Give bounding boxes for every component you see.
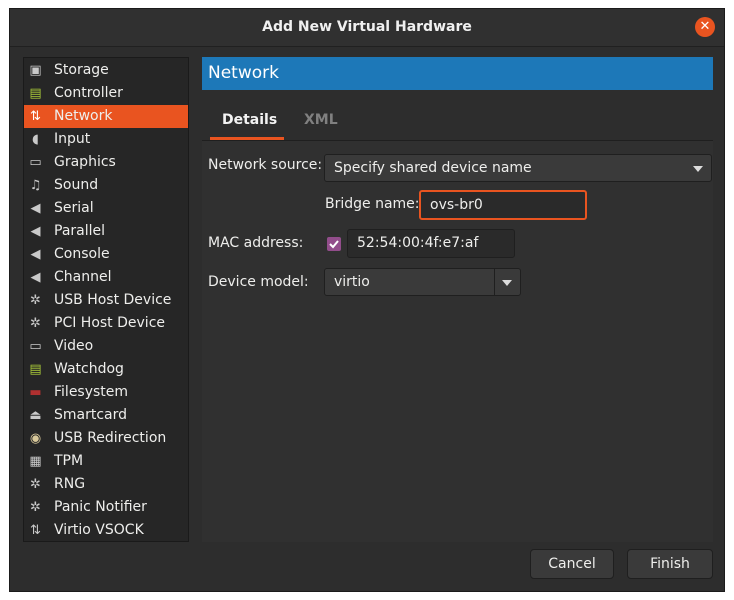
channel-icon: ◀ [30,270,41,285]
sidebar-item-network[interactable]: ⇅ Network [24,105,188,128]
sidebar-item-panic-notifier[interactable]: ✲ Panic Notifier [24,496,188,519]
hardware-type-list[interactable]: ▣ Storage ▤ Controller ⇅ Network ◖ Input… [23,57,189,542]
sidebar-item-usb-host-device[interactable]: ✲ USB Host Device [24,289,188,312]
device-model-label: Device model: [208,274,309,290]
cancel-button[interactable]: Cancel [530,549,614,579]
sidebar-item-virtio-vsock[interactable]: ⇅ Virtio VSOCK [24,519,188,542]
vsock-icon: ⇅ [30,523,41,538]
network-source-label: Network source: [208,157,323,173]
tpm-chip-icon: ▦ [29,454,42,469]
rng-icon: ✲ [30,477,41,492]
finish-button[interactable]: Finish [627,549,713,579]
page-title: Network [208,63,279,83]
sidebar-item-storage[interactable]: ▣ Storage [24,59,188,82]
sidebar-item-channel[interactable]: ◀ Channel [24,266,188,289]
sidebar-item-filesystem[interactable]: ▬ Filesystem [24,381,188,404]
mac-address-input[interactable]: 52:54:00:4f:e7:af [347,229,515,258]
sidebar-item-tpm[interactable]: ▦ TPM [24,450,188,473]
checkmark-icon [329,240,339,249]
active-tab-indicator [210,137,284,140]
serial-icon: ◀ [30,201,41,216]
tab-xml[interactable]: XML [304,112,338,128]
details-panel: Network source: Specify shared device na… [202,141,713,542]
smartcard-icon: ⏏ [29,408,42,423]
disk-icon: ▣ [29,63,42,78]
sound-icon: ♫ [29,178,42,193]
chevron-down-icon [693,166,703,172]
chevron-down-icon[interactable] [502,280,512,286]
title-bar[interactable]: Add New Virtual Hardware ✕ [10,9,724,47]
network-icon: ⇅ [30,109,41,124]
sidebar-item-watchdog[interactable]: ▤ Watchdog [24,358,188,381]
bridge-name-label: Bridge name: [325,196,420,212]
sidebar-item-sound[interactable]: ♫ Sound [24,174,188,197]
sidebar-item-parallel[interactable]: ◀ Parallel [24,220,188,243]
page-title-bar: Network [202,57,713,90]
pci-device-icon: ✲ [30,316,41,331]
console-icon: ◀ [30,247,41,262]
parallel-icon: ◀ [30,224,41,239]
sidebar-item-usb-redirection[interactable]: ◉ USB Redirection [24,427,188,450]
sidebar-item-console[interactable]: ◀ Console [24,243,188,266]
tab-bar: Details XML [202,103,713,141]
sidebar-item-pci-host-device[interactable]: ✲ PCI Host Device [24,312,188,335]
sidebar-item-rng[interactable]: ✲ RNG [24,473,188,496]
monitor-icon: ▭ [29,155,42,170]
add-hardware-dialog: Add New Virtual Hardware ✕ ▣ Storage ▤ C… [9,8,725,592]
panic-notifier-icon: ✲ [30,500,41,515]
watchdog-icon: ▤ [29,362,42,377]
usb-device-icon: ✲ [30,293,41,308]
window-title: Add New Virtual Hardware [262,19,472,35]
usb-redirection-icon: ◉ [29,431,42,446]
bridge-name-input[interactable]: ovs-br0 [419,190,587,220]
controller-icon: ▤ [29,86,42,101]
folder-icon: ▬ [29,385,42,400]
network-source-dropdown[interactable]: Specify shared device name [324,154,712,182]
tab-details[interactable]: Details [222,112,277,128]
mac-address-checkbox[interactable] [327,237,341,251]
close-icon[interactable]: ✕ [695,17,715,37]
video-icon: ▭ [29,339,42,354]
mouse-icon: ◖ [32,132,39,147]
device-model-combo[interactable]: virtio [324,268,521,296]
sidebar-item-controller[interactable]: ▤ Controller [24,82,188,105]
sidebar-item-graphics[interactable]: ▭ Graphics [24,151,188,174]
combo-separator [494,269,495,295]
sidebar-item-serial[interactable]: ◀ Serial [24,197,188,220]
sidebar-item-smartcard[interactable]: ⏏ Smartcard [24,404,188,427]
mac-address-label: MAC address: [208,235,304,251]
sidebar-item-video[interactable]: ▭ Video [24,335,188,358]
sidebar-item-input[interactable]: ◖ Input [24,128,188,151]
